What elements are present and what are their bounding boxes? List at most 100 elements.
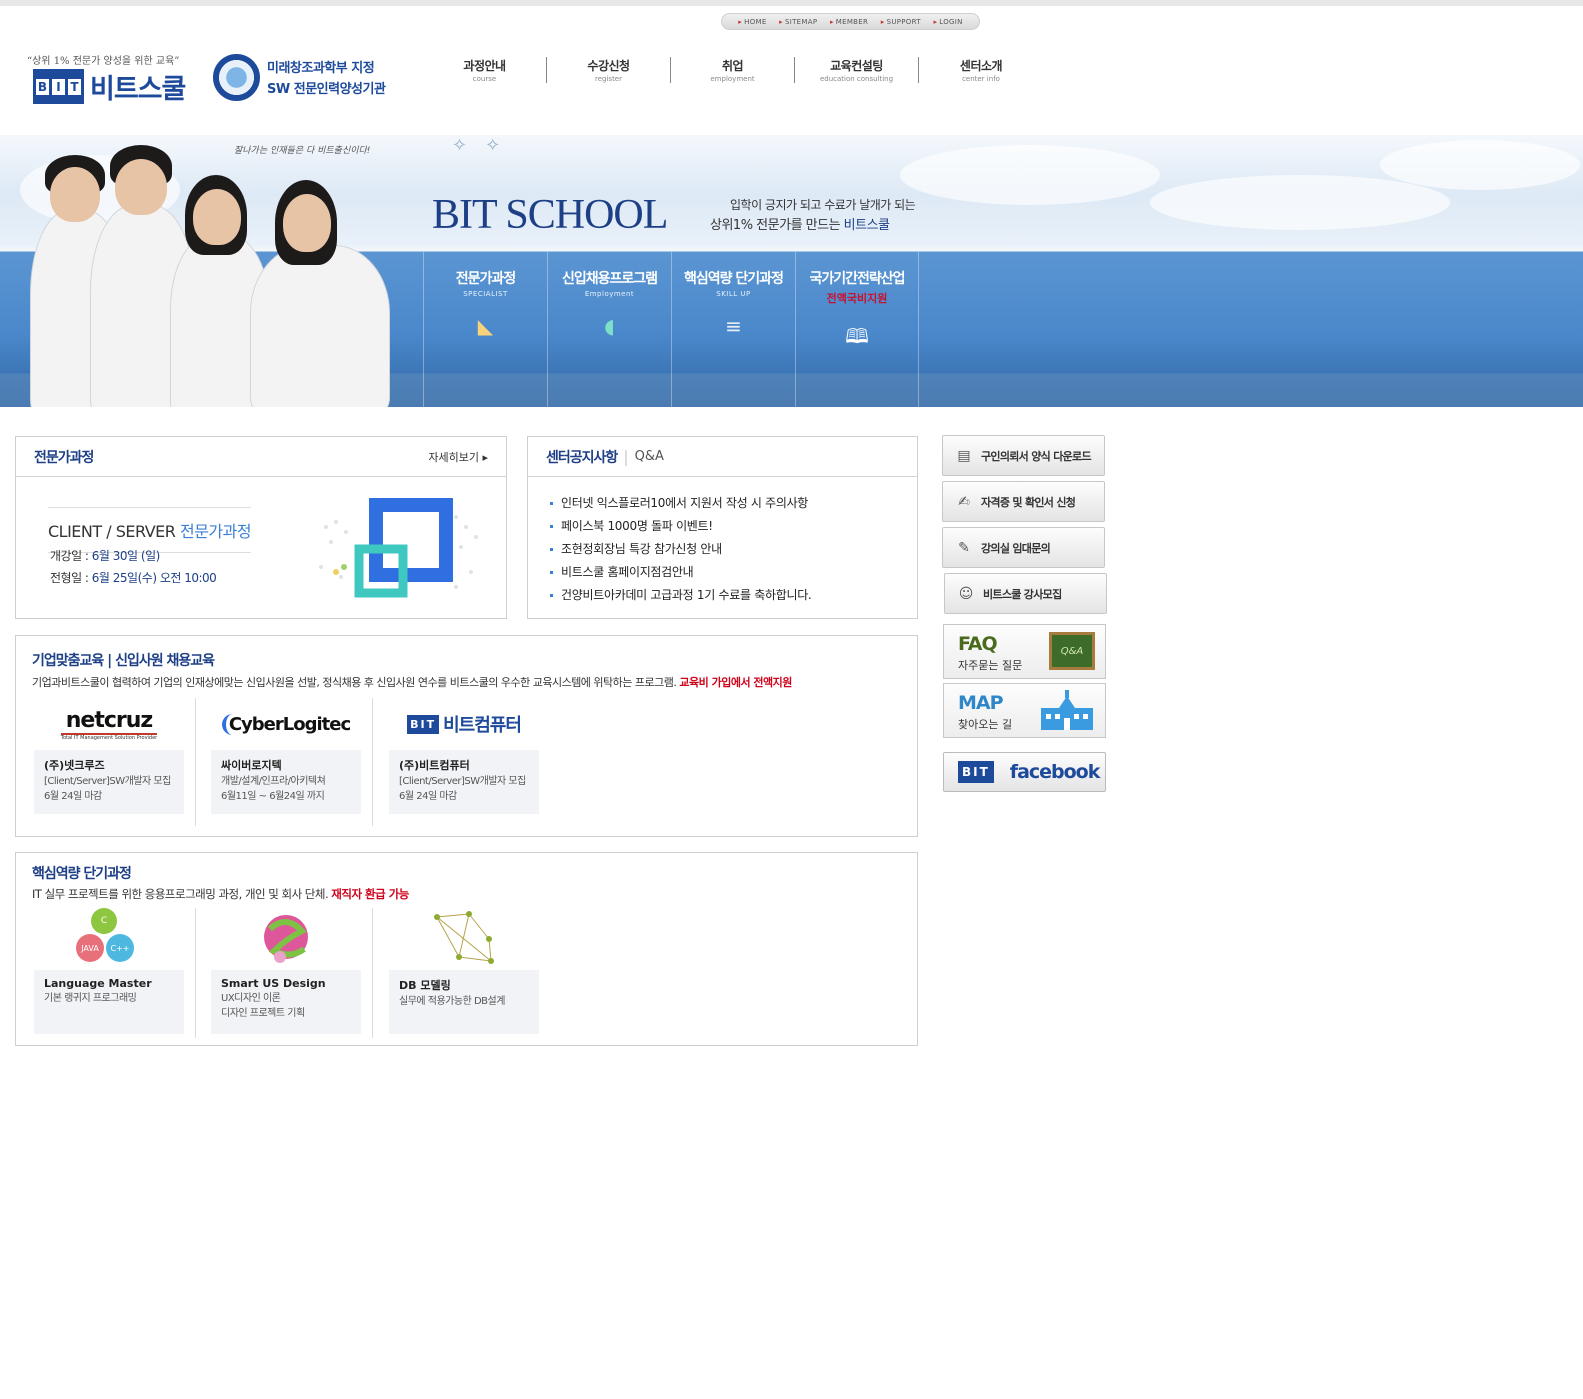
hero-menu-sub: SPECIALIST — [463, 290, 508, 298]
short-course-card[interactable]: Smart US Design UX디자인 이론 디자인 프로젝트 기획 — [211, 908, 361, 1034]
company-card[interactable]: BIT 비트컴퓨터 (주)비트컴퓨터 [Client/Server]SW개발자 … — [389, 698, 539, 814]
notice-item[interactable]: 페이스북 1000명 돌파 이벤트! — [550, 515, 917, 538]
hero-menu-sub: SKILL UP — [716, 290, 751, 298]
job-request-download-button[interactable]: ▤ 구인의뢰서 양식 다운로드 — [942, 435, 1105, 476]
cloud-decoration — [1150, 175, 1450, 230]
nav-sublabel: course — [472, 75, 497, 83]
util-sitemap-link[interactable]: SITEMAP — [779, 18, 817, 26]
qna-tab[interactable]: Q&A — [635, 449, 664, 464]
hero-line2-brand: 비트스쿨 — [843, 218, 890, 233]
nav-course[interactable]: 과정안내 course — [423, 57, 547, 83]
short-course-info: Smart US Design UX디자인 이론 디자인 프로젝트 기획 — [211, 970, 361, 1034]
nav-center-info[interactable]: 센터소개 center info — [919, 57, 1043, 83]
facebook-button[interactable]: BIT facebook — [943, 752, 1106, 792]
tab-divider: | — [623, 447, 629, 466]
faq-button[interactable]: FAQ 자주묻는 질문 Q&A — [943, 624, 1106, 679]
corporate-education-title: 기업맞춤교육 | 신입사원 채용교육 — [32, 653, 215, 669]
short-course-name: Smart US Design — [221, 977, 326, 990]
site-logo[interactable]: B I T 비트스쿨 — [33, 67, 186, 106]
nav-register[interactable]: 수강신청 register — [547, 57, 671, 83]
short-course-name: Language Master — [44, 977, 152, 990]
faq-subtitle: 자주묻는 질문 — [958, 659, 1023, 672]
divider — [195, 908, 196, 1038]
company-card[interactable]: netcruz Total IT Management Solution Pro… — [34, 698, 184, 814]
pen-icon: ✎ — [958, 539, 970, 556]
hero-menu-employment[interactable]: 신입채용프로그램 Employment ◖ — [547, 252, 671, 407]
more-link[interactable]: 자세히보기 — [428, 449, 488, 465]
netcruz-logo: netcruz Total IT Management Solution Pro… — [34, 698, 184, 750]
company-info: 싸이버로지텍 개발/설계/인프라/아키텍쳐 6월11일 ~ 6월24일 까지 — [211, 750, 361, 814]
nav-label: 취업 — [721, 59, 744, 73]
notice-item[interactable]: 조현정회장님 특강 참가신청 안내 — [550, 538, 917, 561]
hero-line1: 입학이 긍지가 되고 수료가 날개가 되는 — [730, 198, 916, 212]
hero-menu-national[interactable]: 국가기간전략산업 전액국비지원 🕮 — [795, 252, 919, 407]
short-course-desc-line: UX디자인 이론 — [221, 993, 281, 1004]
map-title: MAP — [958, 692, 1004, 714]
faq-title: FAQ — [958, 633, 998, 655]
divider — [195, 698, 196, 826]
short-course-card[interactable]: DB 모델링 실무에 적용가능한 DB설계 — [389, 908, 539, 1034]
company-name: (주)넷크루즈 — [44, 759, 105, 772]
people-icon: ☺ — [958, 585, 974, 602]
screen-date-value: 6월 25일(수) 오전 10:00 — [91, 571, 217, 585]
notice-header: 센터공지사항 | Q&A — [528, 437, 917, 477]
course-name-prefix: CLIENT / SERVER — [48, 522, 180, 541]
map-button[interactable]: MAP 찾아오는 길 — [943, 683, 1106, 738]
bit-letter: B — [36, 78, 49, 95]
logo-slogan: “상위 1% 전문가 양성을 위한 교육” — [27, 56, 180, 67]
top-bar — [0, 0, 1583, 6]
bit-letter: T — [68, 78, 81, 95]
notice-list: 인터넷 익스플로러10에서 지원서 작성 시 주의사항 페이스북 1000명 돌… — [528, 477, 917, 607]
util-support-link[interactable]: SUPPORT — [881, 18, 921, 26]
corporate-education-box: 기업맞춤교육 | 신입사원 채용교육 기업과비트스쿨이 협력하여 기업의 인재상… — [15, 635, 918, 837]
netcruz-logo-sub: Total IT Management Solution Provider — [60, 732, 158, 741]
hero-title: BIT SCHOOL — [432, 192, 668, 238]
side-button-label: 자격증 및 확인서 신청 — [981, 495, 1076, 509]
language-bubbles-icon: C JAVA C++ — [34, 908, 184, 970]
cyberlogitec-logo: CyberLogitec — [211, 698, 361, 750]
screen-date-label: 전형일 : — [50, 571, 92, 585]
notice-item[interactable]: 비트스쿨 홈페이지점검안내 — [550, 561, 917, 584]
company-card[interactable]: CyberLogitec 싸이버로지텍 개발/설계/인프라/아키텍쳐 6월11일… — [211, 698, 361, 814]
bit-logo-mark: BIT — [958, 761, 994, 783]
certificate-request-button[interactable]: ✍ 자격증 및 확인서 신청 — [942, 481, 1105, 522]
company-info: (주)비트컴퓨터 [Client/Server]SW개발자 모집 6월 24일 … — [389, 750, 539, 814]
expert-course-header: 전문가과정 자세히보기 — [16, 437, 506, 477]
notice-tab[interactable]: 센터공지사항 — [546, 447, 618, 467]
short-desc-highlight: 재직자 환급 가능 — [331, 887, 409, 901]
util-home-link[interactable]: HOME — [738, 18, 766, 26]
netcruz-logo-text: netcruz — [65, 707, 153, 733]
designation-line: SW 전문인력양성기관 — [267, 82, 386, 97]
util-login-link[interactable]: LOGIN — [933, 18, 962, 26]
nav-employment[interactable]: 취업 employment — [671, 57, 795, 83]
utility-nav: HOME SITEMAP MEMBER SUPPORT LOGIN — [721, 13, 980, 30]
company-deadline: 6월 24일 마감 — [399, 791, 457, 802]
main-nav: 과정안내 course 수강신청 register 취업 employment 교육컨… — [423, 57, 1043, 83]
classroom-rental-button[interactable]: ✎ 강의실 임대문의 — [942, 527, 1105, 568]
java-bubble: JAVA — [76, 934, 104, 962]
util-member-link[interactable]: MEMBER — [830, 18, 868, 26]
c-bubble: C — [91, 908, 117, 934]
notice-item[interactable]: 인터넷 익스플로러10에서 지원서 작성 시 주의사항 — [550, 492, 917, 515]
open-date-value: 6월 30일 (일) — [91, 549, 161, 563]
hero-menu-sub: 전액국비지원 — [826, 292, 888, 305]
nav-label: 센터소개 — [959, 59, 1003, 73]
nav-sublabel: employment — [710, 75, 755, 83]
notice-item[interactable]: 건양비트아카데미 고급과정 1기 수료를 축하합니다. — [550, 584, 917, 607]
corporate-desc-text: 기업과비트스쿨이 협력하여 기업의 인재상에맞는 신입사원을 선발, 정식채용 … — [32, 676, 680, 689]
corporate-education-desc: 기업과비트스쿨이 협력하여 기업의 인재상에맞는 신입사원을 선발, 정식채용 … — [32, 674, 792, 690]
hero-menu-skillup[interactable]: 핵심역량 단기과정 SKILL UP ≡ — [671, 252, 795, 407]
mouse-icon: ◖ — [604, 314, 615, 338]
company-name: (주)비트컴퓨터 — [399, 759, 470, 772]
short-desc-text: IT 실무 프로젝트를 위한 응용프로그래밍 과정, 개인 및 회사 단체. — [32, 887, 332, 901]
hero-line2: 상위1% 전문가를 만드는 비트스쿨 — [710, 214, 890, 233]
design-swirl-icon — [211, 908, 361, 970]
cpp-bubble: C++ — [106, 934, 134, 962]
instructor-recruit-button[interactable]: ☺ 비트스쿨 강사모집 — [944, 573, 1107, 614]
short-course-card[interactable]: C JAVA C++ Language Master 기본 랭귀지 프로그래밍 — [34, 908, 184, 1034]
nav-consulting[interactable]: 교육컨설팅 education consulting — [795, 57, 919, 83]
screen-date: 전형일 : 6월 25일(수) 오전 10:00 — [50, 569, 217, 586]
side-button-label: 구인의뢰서 양식 다운로드 — [981, 449, 1092, 463]
nav-sublabel: register — [595, 75, 622, 83]
hero-menu-specialist[interactable]: 전문가과정 SPECIALIST ◣ — [423, 252, 547, 407]
